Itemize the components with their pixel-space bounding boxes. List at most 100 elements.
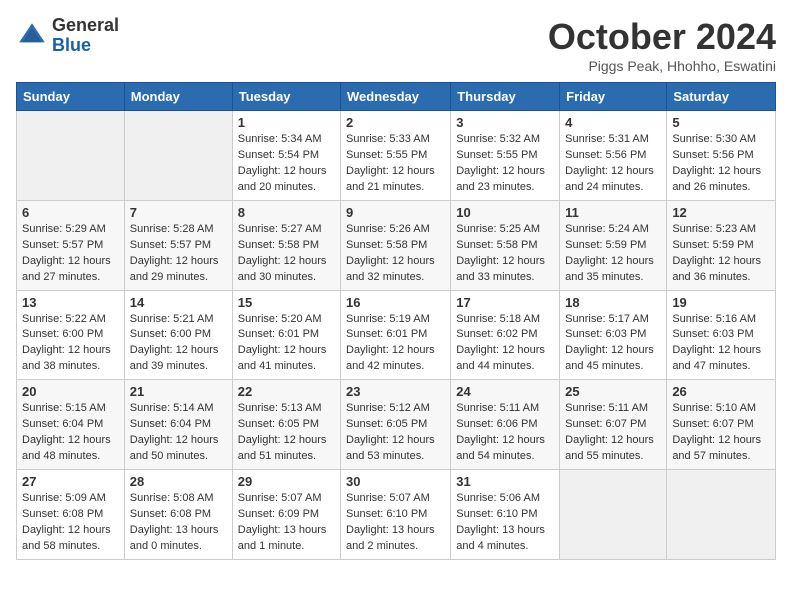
weekday-header: Tuesday [232, 83, 340, 111]
daylight-text: Daylight: 12 hours and 30 minutes. [238, 255, 327, 283]
sunrise-text: Sunrise: 5:22 AM [22, 313, 106, 325]
day-number: 7 [130, 205, 227, 220]
calendar-week-row: 1Sunrise: 5:34 AMSunset: 5:54 PMDaylight… [17, 111, 776, 201]
logo-blue-text: Blue [52, 36, 119, 56]
calendar-week-row: 20Sunrise: 5:15 AMSunset: 6:04 PMDayligh… [17, 380, 776, 470]
daylight-text: Daylight: 12 hours and 39 minutes. [130, 344, 219, 372]
calendar-cell: 13Sunrise: 5:22 AMSunset: 6:00 PMDayligh… [17, 290, 125, 380]
cell-content: Sunrise: 5:18 AM Sunset: 6:02 PM Daylight:… [456, 312, 554, 376]
daylight-text: Daylight: 13 hours and 1 minute. [238, 524, 327, 552]
calendar-week-row: 13Sunrise: 5:22 AMSunset: 6:00 PMDayligh… [17, 290, 776, 380]
sunset-text: Sunset: 6:02 PM [456, 328, 537, 340]
cell-content: Sunrise: 5:07 AMSunset: 6:10 PMDaylight:… [346, 491, 445, 555]
sunset-text: Sunset: 6:01 PM [238, 328, 319, 340]
daylight-text: Daylight: 12 hours and 32 minutes. [346, 255, 435, 283]
day-number: 12 [672, 205, 770, 220]
daylight-text: Daylight: 12 hours and 35 minutes. [565, 255, 654, 283]
daylight-text: Daylight: 13 hours and 4 minutes. [456, 524, 545, 552]
location: Piggs Peak, Hhohho, Eswatini [548, 58, 776, 74]
calendar-cell: 31Sunrise: 5:06 AMSunset: 6:10 PMDayligh… [451, 470, 560, 560]
sunrise-text: Sunrise: 5:31 AM [565, 133, 649, 145]
cell-content: Sunrise: 5:25 AMSunset: 5:58 PMDaylight:… [456, 222, 554, 286]
calendar-cell: 12Sunrise: 5:23 AMSunset: 5:59 PMDayligh… [667, 200, 776, 290]
sunrise-text: Sunrise: 5:20 AM [238, 313, 322, 325]
day-number: 4 [565, 115, 661, 130]
daylight-text: Daylight: 12 hours and 36 minutes. [672, 255, 761, 283]
calendar-cell: 14Sunrise: 5:21 AMSunset: 6:00 PMDayligh… [124, 290, 232, 380]
sunrise-text: Sunrise: 5:08 AM [130, 492, 214, 504]
sunrise-text: Sunrise: 5:15 AM [22, 402, 106, 414]
daylight-text: Daylight: 12 hours and 58 minutes. [22, 524, 111, 552]
day-number: 2 [346, 115, 445, 130]
calendar-table: SundayMondayTuesdayWednesdayThursdayFrid… [16, 82, 776, 560]
sunset-text: Sunset: 6:07 PM [672, 418, 753, 430]
weekday-header: Monday [124, 83, 232, 111]
calendar-cell: 28Sunrise: 5:08 AMSunset: 6:08 PMDayligh… [124, 470, 232, 560]
day-number: 24 [456, 384, 554, 399]
daylight-text: Daylight: 12 hours and 20 minutes. [238, 165, 327, 193]
calendar-cell: 23Sunrise: 5:12 AMSunset: 6:05 PMDayligh… [341, 380, 451, 470]
sunset-text: Sunset: 6:00 PM [130, 328, 211, 340]
sunrise-text: Sunrise: 5:30 AM [672, 133, 756, 145]
day-number: 19 [672, 295, 770, 310]
weekday-header: Sunday [17, 83, 125, 111]
day-number: 6 [22, 205, 119, 220]
day-number: 1 [238, 115, 335, 130]
sunset-text: Sunset: 5:58 PM [456, 239, 537, 251]
calendar-cell: 22Sunrise: 5:13 AMSunset: 6:05 PMDayligh… [232, 380, 340, 470]
calendar-cell: 6Sunrise: 5:29 AMSunset: 5:57 PMDaylight… [17, 200, 125, 290]
sunset-text: Sunset: 5:54 PM [238, 149, 319, 161]
sunset-text: Sunset: 6:06 PM [456, 418, 537, 430]
daylight-text: Daylight: 12 hours and 51 minutes. [238, 434, 327, 462]
daylight-text: Daylight: 12 hours and 26 minutes. [672, 165, 761, 193]
weekday-header-row: SundayMondayTuesdayWednesdayThursdayFrid… [17, 83, 776, 111]
calendar-cell: 19Sunrise: 5:16 AMSunset: 6:03 PMDayligh… [667, 290, 776, 380]
day-number: 16 [346, 295, 445, 310]
calendar-cell: 30Sunrise: 5:07 AMSunset: 6:10 PMDayligh… [341, 470, 451, 560]
sunset-text: Sunset: 6:03 PM [672, 328, 753, 340]
calendar-cell: 20Sunrise: 5:15 AMSunset: 6:04 PMDayligh… [17, 380, 125, 470]
calendar-cell: 17 Sunrise: 5:18 AM Sunset: 6:02 PM Dayligh… [451, 290, 560, 380]
daylight-text: Daylight: 12 hours and 27 minutes. [22, 255, 111, 283]
cell-content: Sunrise: 5:07 AMSunset: 6:09 PMDaylight:… [238, 491, 335, 555]
day-number: 26 [672, 384, 770, 399]
sunrise-text: Sunrise: 5:07 AM [238, 492, 322, 504]
day-number: 23 [346, 384, 445, 399]
daylight-text: Daylight: 12 hours and 21 minutes. [346, 165, 435, 193]
day-number: 17 [456, 295, 554, 310]
daylight-text: Daylight: 13 hours and 2 minutes. [346, 524, 435, 552]
calendar-cell: 24Sunrise: 5:11 AMSunset: 6:06 PMDayligh… [451, 380, 560, 470]
cell-content: Sunrise: 5:08 AMSunset: 6:08 PMDaylight:… [130, 491, 227, 555]
sunrise-text: Sunrise: 5:26 AM [346, 223, 430, 235]
calendar-cell: 8Sunrise: 5:27 AMSunset: 5:58 PMDaylight… [232, 200, 340, 290]
cell-content: Sunrise: 5:17 AMSunset: 6:03 PMDaylight:… [565, 312, 661, 376]
daylight-text: Daylight: 12 hours and 44 minutes. [456, 344, 545, 372]
calendar-cell [17, 111, 125, 201]
sunrise-text: Sunrise: 5:16 AM [672, 313, 756, 325]
daylight-text: Daylight: 12 hours and 33 minutes. [456, 255, 545, 283]
sunset-text: Sunset: 6:03 PM [565, 328, 646, 340]
calendar-cell: 9Sunrise: 5:26 AMSunset: 5:58 PMDaylight… [341, 200, 451, 290]
sunset-text: Sunset: 5:58 PM [238, 239, 319, 251]
sunrise-text: Sunrise: 5:24 AM [565, 223, 649, 235]
cell-content: Sunrise: 5:33 AMSunset: 5:55 PMDaylight:… [346, 132, 445, 196]
cell-content: Sunrise: 5:16 AMSunset: 6:03 PMDaylight:… [672, 312, 770, 376]
cell-content: Sunrise: 5:10 AMSunset: 6:07 PMDaylight:… [672, 401, 770, 465]
day-number: 9 [346, 205, 445, 220]
calendar-cell: 7Sunrise: 5:28 AMSunset: 5:57 PMDaylight… [124, 200, 232, 290]
weekday-header: Saturday [667, 83, 776, 111]
sunrise-text: Sunrise: 5:17 AM [565, 313, 649, 325]
calendar-cell: 18Sunrise: 5:17 AMSunset: 6:03 PMDayligh… [560, 290, 667, 380]
cell-content: Sunrise: 5:32 AMSunset: 5:55 PMDaylight:… [456, 132, 554, 196]
calendar-cell: 21Sunrise: 5:14 AMSunset: 6:04 PMDayligh… [124, 380, 232, 470]
calendar-cell: 26 Sunrise: 5:10 AMSunset: 6:07 PMDayligh… [667, 380, 776, 470]
daylight-text: Daylight: 12 hours and 54 minutes. [456, 434, 545, 462]
cell-content: Sunrise: 5:09 AMSunset: 6:08 PMDaylight:… [22, 491, 119, 555]
sunrise-text: Sunrise: 5:06 AM [456, 492, 540, 504]
sunrise-text: Sunrise: 5:18 AM [456, 313, 540, 325]
day-number: 21 [130, 384, 227, 399]
calendar-cell: 5Sunrise: 5:30 AMSunset: 5:56 PMDaylight… [667, 111, 776, 201]
sunrise-text: Sunrise: 5:29 AM [22, 223, 106, 235]
sunrise-text: Sunrise: 5:11 AM [565, 402, 648, 414]
daylight-text: Daylight: 12 hours and 50 minutes. [130, 434, 219, 462]
